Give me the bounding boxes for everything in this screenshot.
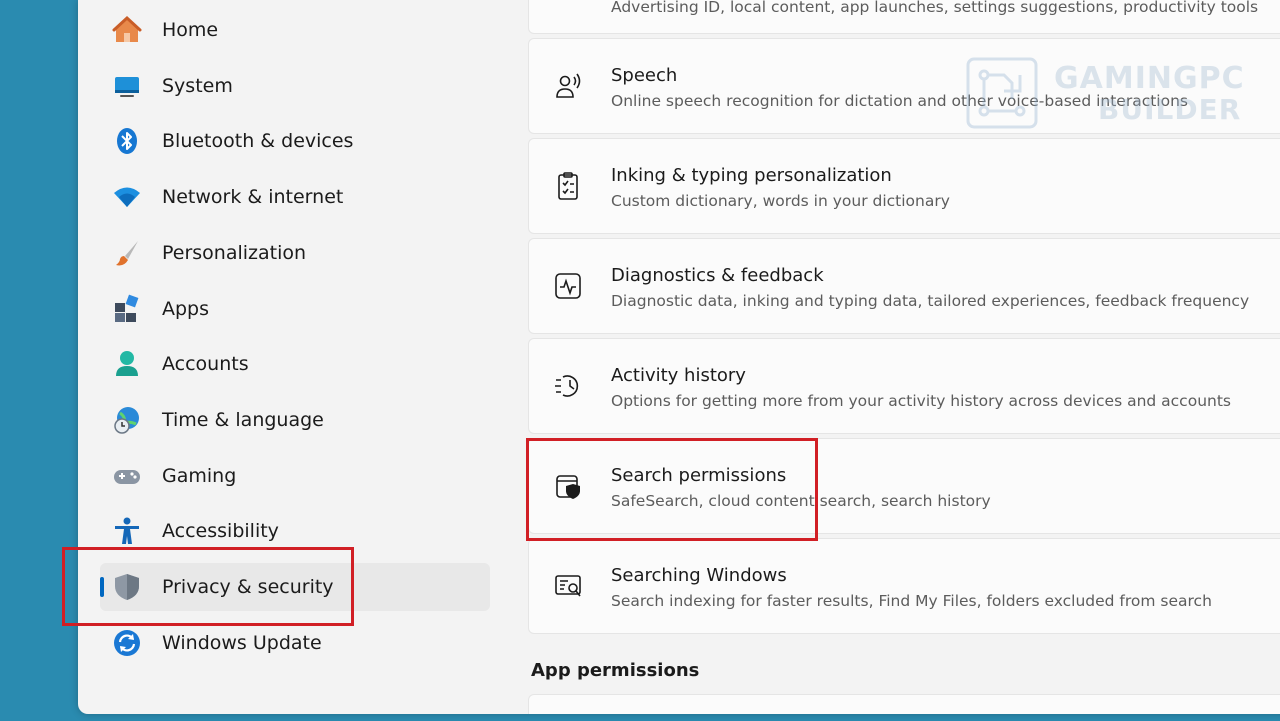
card-diagnostics[interactable]: Diagnostics & feedback Diagnostic data, …	[528, 238, 1280, 334]
sidebar-item-time-language[interactable]: Time & language	[100, 396, 490, 444]
sidebar-item-label: Time & language	[162, 409, 324, 431]
search-shield-icon	[551, 469, 585, 503]
wifi-icon	[112, 182, 142, 212]
pulse-icon	[551, 269, 585, 303]
watermark-chip-icon	[966, 57, 1038, 129]
sidebar-item-label: Personalization	[162, 242, 307, 264]
card-inking-typing[interactable]: Inking & typing personalization Custom d…	[528, 138, 1280, 234]
selection-indicator	[100, 577, 104, 597]
sidebar-item-windows-update[interactable]: Windows Update	[100, 619, 490, 667]
history-icon	[551, 369, 585, 403]
card-activity-history[interactable]: Activity history Options for getting mor…	[528, 338, 1280, 434]
sidebar-item-privacy-security[interactable]: Privacy & security	[100, 563, 490, 611]
card-title: Inking & typing personalization	[611, 165, 892, 186]
card-search-permissions[interactable]: Search permissions SafeSearch, cloud con…	[528, 438, 1280, 534]
update-icon	[112, 628, 142, 658]
sidebar-item-system[interactable]: System	[100, 62, 490, 110]
watermark-line2: BUILDER	[1098, 93, 1242, 126]
bluetooth-icon	[112, 126, 142, 156]
card-subtitle: Search indexing for faster results, Find…	[611, 592, 1212, 610]
home-icon	[112, 15, 142, 45]
search-window-icon	[551, 569, 585, 603]
card-general[interactable]: Advertising ID, local content, app launc…	[528, 0, 1280, 34]
sidebar-item-label: Accessibility	[162, 520, 279, 542]
watermark-line1: GAMINGPC	[1054, 61, 1245, 96]
sidebar-item-label: Bluetooth & devices	[162, 130, 354, 152]
sidebar-item-label: Privacy & security	[162, 576, 334, 598]
person-icon	[112, 349, 142, 379]
sidebar-item-apps[interactable]: Apps	[100, 285, 490, 333]
sidebar-item-home[interactable]: Home	[100, 6, 490, 54]
card-title: Speech	[611, 65, 678, 86]
shield-icon	[112, 572, 142, 602]
sidebar: Home System Bluetooth & devices Network …	[78, 0, 518, 714]
sidebar-item-gaming[interactable]: Gaming	[100, 452, 490, 500]
sidebar-item-network[interactable]: Network & internet	[100, 173, 490, 221]
sidebar-item-label: Gaming	[162, 465, 237, 487]
watermark-logo: GAMINGPC BUILDER	[964, 55, 1244, 133]
card-title: Activity history	[611, 365, 746, 386]
sidebar-item-accounts[interactable]: Accounts	[100, 340, 490, 388]
sidebar-item-label: Windows Update	[162, 632, 322, 654]
sidebar-item-bluetooth[interactable]: Bluetooth & devices	[100, 117, 490, 165]
apps-icon	[112, 294, 142, 324]
card-subtitle: Advertising ID, local content, app launc…	[611, 0, 1259, 16]
card-searching-windows[interactable]: Searching Windows Search indexing for fa…	[528, 538, 1280, 634]
card-title: Searching Windows	[611, 565, 787, 586]
card-subtitle: Options for getting more from your activ…	[611, 392, 1231, 410]
sidebar-item-label: Accounts	[162, 353, 249, 375]
sidebar-item-accessibility[interactable]: Accessibility	[100, 507, 490, 555]
card-app-permission-partial[interactable]	[528, 694, 1280, 714]
card-title: Diagnostics & feedback	[611, 265, 824, 286]
speech-icon	[551, 69, 585, 103]
sidebar-item-label: Apps	[162, 298, 210, 320]
card-title: Search permissions	[611, 465, 787, 486]
system-icon	[112, 71, 142, 101]
sidebar-item-label: Network & internet	[162, 186, 344, 208]
card-subtitle: Diagnostic data, inking and typing data,…	[611, 292, 1250, 310]
sidebar-item-personalization[interactable]: Personalization	[100, 229, 490, 277]
clipboard-list-icon	[551, 169, 585, 203]
sidebar-item-label: Home	[162, 19, 219, 41]
gamepad-icon	[112, 461, 142, 491]
globe-clock-icon	[112, 405, 142, 435]
section-title-app-permissions: App permissions	[531, 660, 700, 681]
card-subtitle: Custom dictionary, words in your diction…	[611, 192, 950, 210]
sidebar-item-label: System	[162, 75, 233, 97]
brush-icon	[112, 238, 142, 268]
accessibility-icon	[112, 516, 142, 546]
card-subtitle: SafeSearch, cloud content search, search…	[611, 492, 991, 510]
